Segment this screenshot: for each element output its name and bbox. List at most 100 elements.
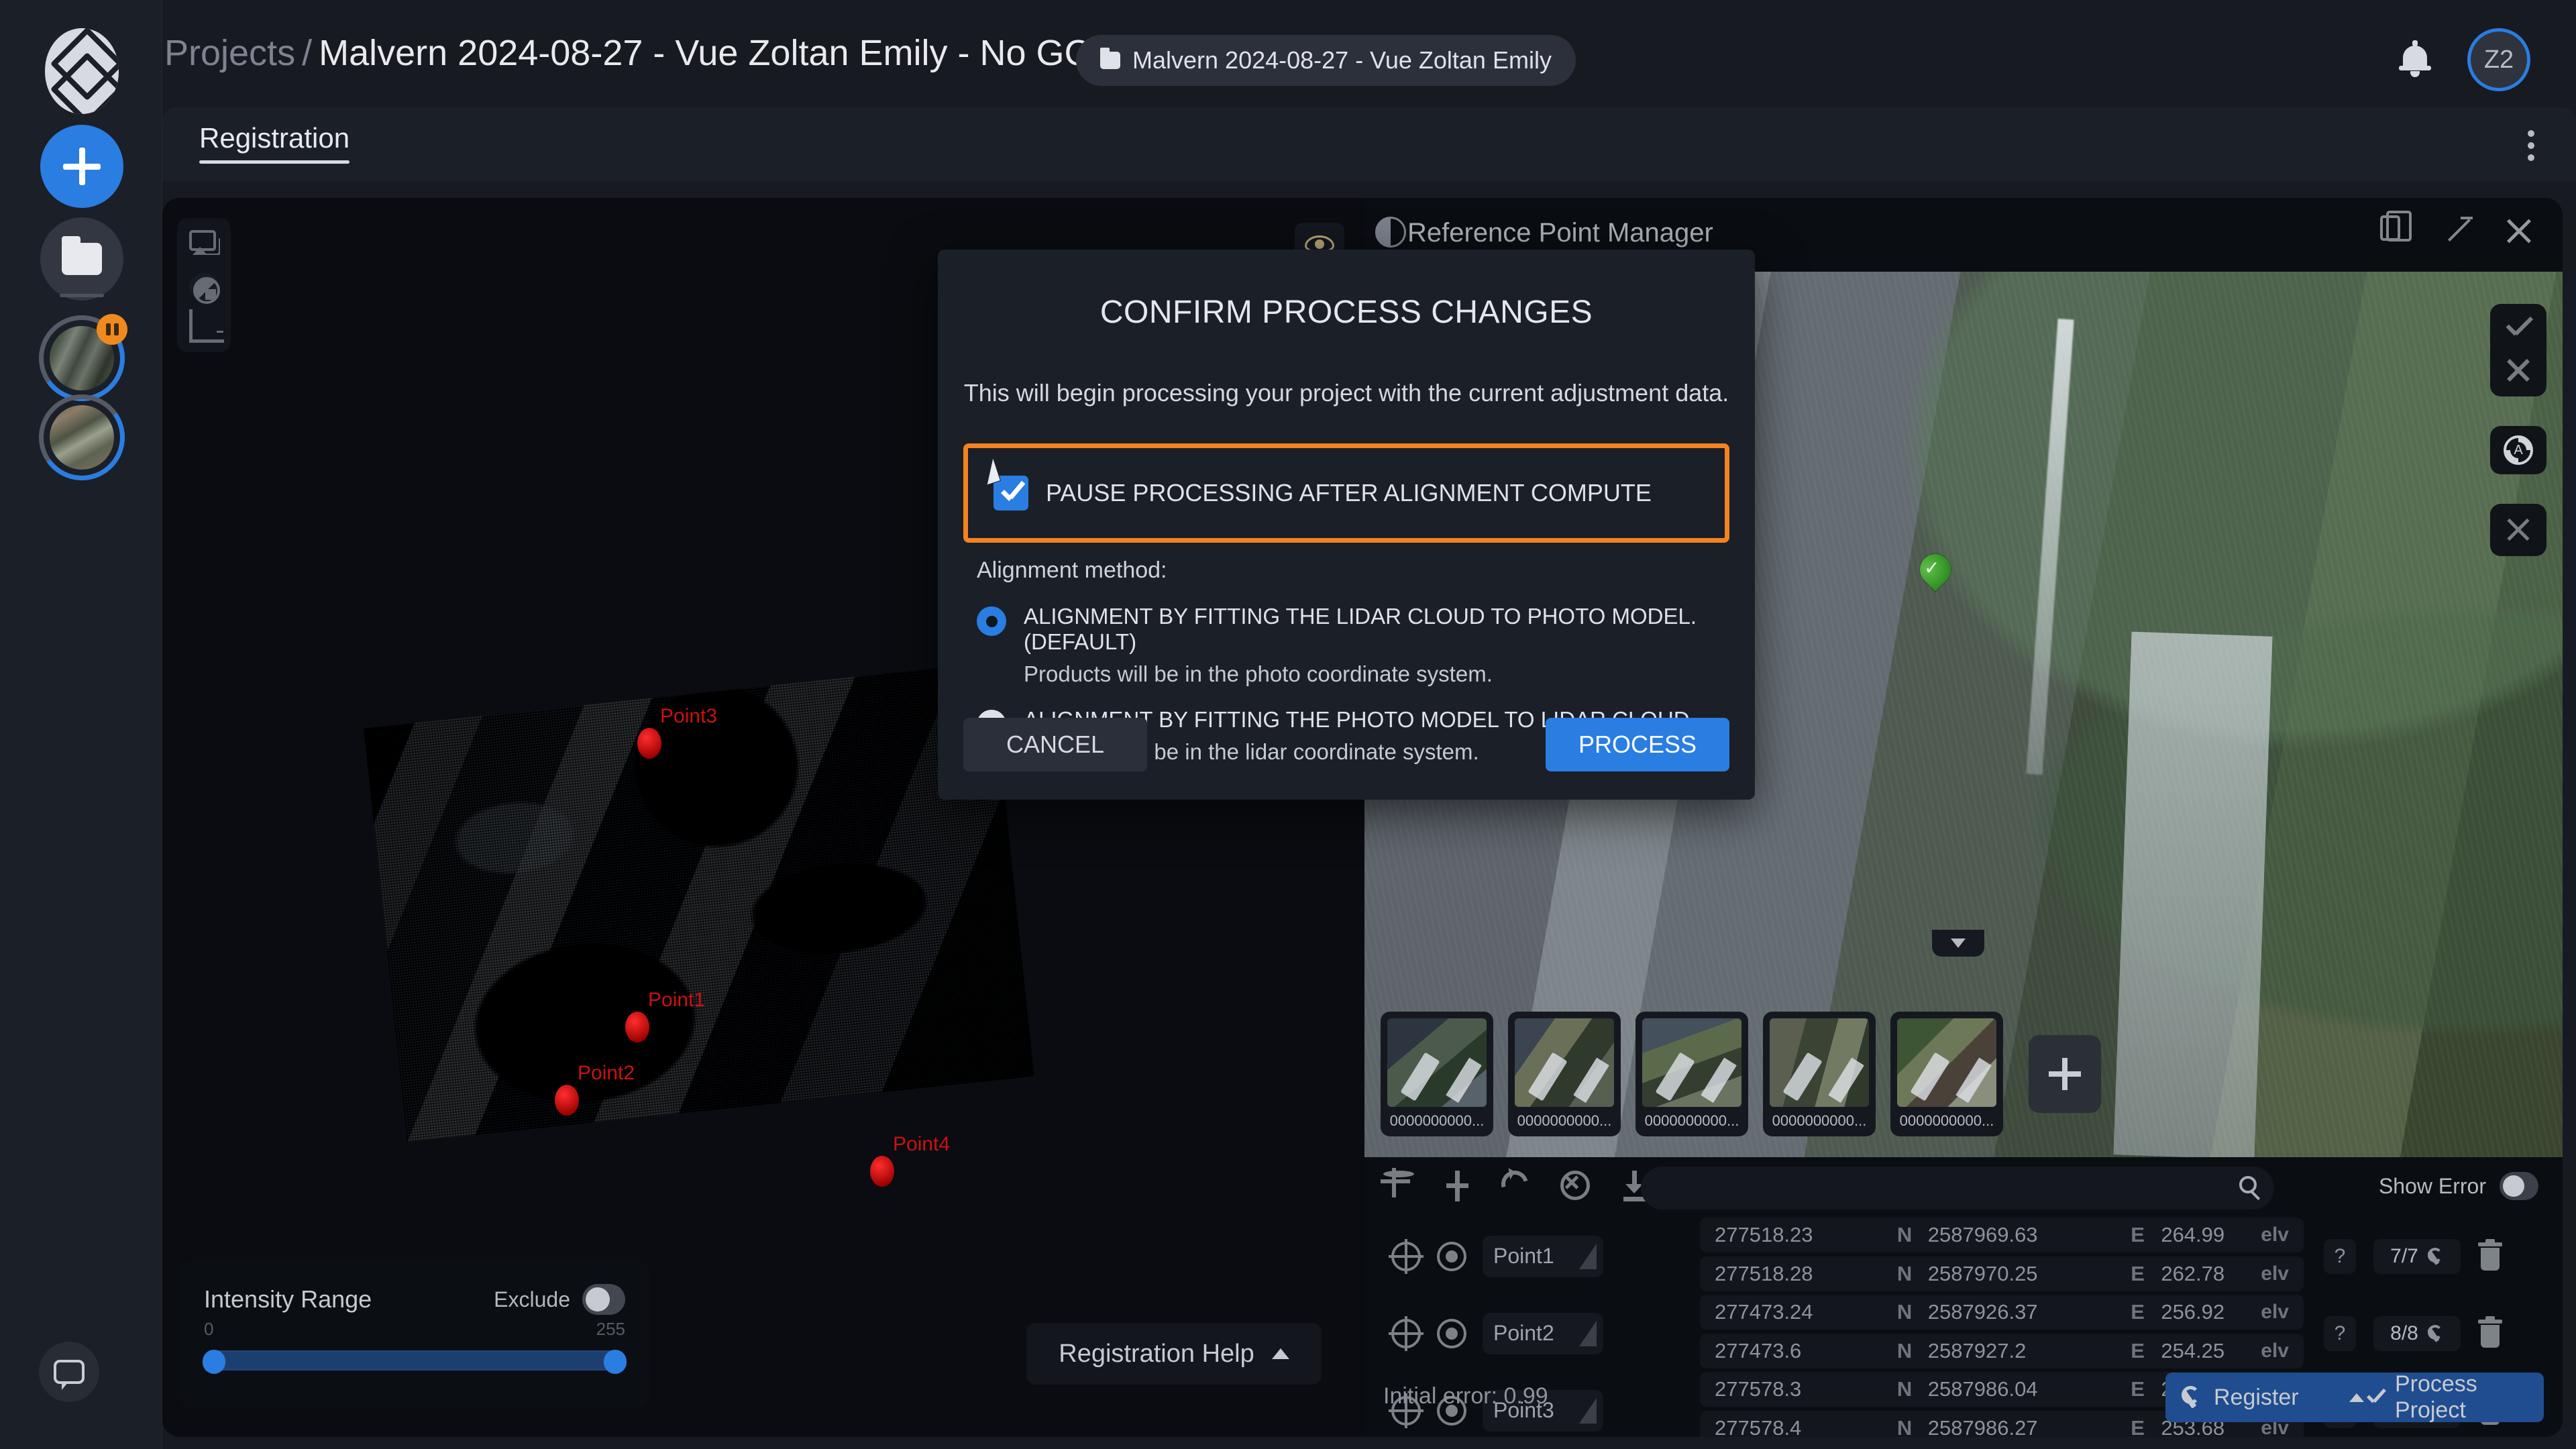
status-badge[interactable]: ? (2324, 1316, 2356, 1351)
add-button[interactable] (40, 125, 123, 208)
breadcrumb-projects-link[interactable]: Projects (164, 33, 295, 73)
contrast-icon[interactable] (189, 273, 219, 300)
list-item[interactable]: 0000000000... (1508, 1012, 1621, 1136)
cancel-icon[interactable] (1560, 1171, 1591, 1201)
thumbnail-image (1515, 1018, 1614, 1107)
tag-icon (1579, 1321, 1597, 1346)
list-item[interactable]: 0000000000... (1890, 1012, 2003, 1136)
coord-z: 262.78 (2161, 1262, 2261, 1286)
project-thumb-2[interactable] (39, 394, 125, 480)
thumbnail-image (1770, 1018, 1869, 1107)
radio-lidar-to-photo[interactable] (977, 606, 1006, 636)
list-item[interactable]: 0000000000... (1635, 1012, 1748, 1136)
alignment-method-label: Alignment method: (977, 557, 1755, 584)
tab-registration[interactable]: Registration (199, 122, 350, 164)
coord-n-label: N (1881, 1300, 1928, 1324)
list-item[interactable]: 0000000000... (1763, 1012, 1876, 1136)
search-icon (2239, 1176, 2257, 1193)
point-marker-point2[interactable]: Point2 (555, 1085, 579, 1116)
crop-icon[interactable] (189, 316, 219, 343)
avatar-initials: Z2 (2484, 46, 2514, 74)
undo-icon[interactable] (1501, 1171, 1532, 1201)
projects-folder-button[interactable] (40, 217, 123, 301)
ratio-badge[interactable]: 7/7 (2373, 1239, 2461, 1274)
point-name-field[interactable]: Point2 (1483, 1313, 1603, 1354)
status-badge[interactable]: ? (2324, 1239, 2356, 1274)
thumbnail-image (1387, 1018, 1487, 1107)
slider-handle-max[interactable] (604, 1350, 627, 1374)
process-project-button[interactable]: Process Project (2365, 1373, 2544, 1422)
chat-button[interactable] (39, 1342, 99, 1402)
reference-point-table: Point1 277518.23N2587969.63E264.99elv 27… (1364, 1218, 2563, 1356)
app-root: Projects/ Malvern 2024-08-27 - Vue Zoltan… (0, 0, 2576, 1449)
select-icon[interactable] (1437, 1242, 1466, 1271)
project-thumb-1[interactable] (39, 315, 125, 401)
rpm-toolbar: Show Error (1364, 1157, 2563, 1219)
check-icon[interactable] (2502, 313, 2535, 347)
list-item[interactable]: 0000000000... (1381, 1012, 1493, 1136)
intensity-slider[interactable] (204, 1350, 625, 1371)
registration-help-button[interactable]: Registration Help (1026, 1323, 1322, 1385)
plus-icon[interactable] (1442, 1171, 1473, 1201)
add-thumbnail-button[interactable] (2029, 1035, 2101, 1113)
pause-processing-label: PAUSE PROCESSING AFTER ALIGNMENT COMPUTE (1046, 479, 1652, 507)
pause-badge-icon (97, 314, 127, 345)
pause-processing-highlight: PAUSE PROCESSING AFTER ALIGNMENT COMPUTE (963, 443, 1729, 543)
copy-icon[interactable] (2380, 215, 2411, 246)
caret-up-icon (2349, 1393, 2364, 1402)
alignment-option-1[interactable]: ALIGNMENT BY FITTING THE LIDAR CLOUD TO … (977, 604, 1755, 687)
point-cloud (364, 663, 1034, 1142)
avatar[interactable]: Z2 (2467, 28, 2530, 91)
images-icon[interactable] (189, 230, 219, 257)
point-dot (870, 1156, 894, 1187)
coord-e-label: E (2114, 1262, 2161, 1286)
table-row[interactable]: Point1 277518.23N2587969.63E264.99elv 27… (1364, 1218, 2563, 1295)
rpm-window-actions (2380, 215, 2534, 246)
rpm-bottom-bar: Initial error: 0.99 Register Process Pro… (1364, 1358, 2563, 1437)
photo-detail-pole (2026, 319, 2074, 775)
point-marker-point3[interactable]: Point3 (637, 728, 661, 759)
delete-icon[interactable] (2478, 1320, 2502, 1348)
cancel-button[interactable]: CANCEL (963, 718, 1147, 771)
bell-icon[interactable] (2399, 43, 2431, 78)
ratio-badge[interactable]: 8/8 (2373, 1316, 2461, 1351)
thumbnail-image (1897, 1018, 1996, 1107)
coord-x: 277518.28 (1715, 1262, 1881, 1286)
point-label: Point4 (893, 1133, 950, 1156)
coord-y: 2587969.63 (1928, 1223, 2114, 1247)
slider-handle-min[interactable] (203, 1350, 225, 1374)
process-button[interactable]: PROCESS (1546, 718, 1729, 771)
expand-icon[interactable] (2442, 215, 2473, 246)
app-logo-icon[interactable] (39, 28, 125, 114)
collapse-strip-button[interactable] (1932, 930, 1984, 957)
tag-icon (1579, 1244, 1597, 1269)
coord-x: 277473.24 (1715, 1300, 1881, 1324)
photo-tool-strip (2490, 304, 2546, 586)
target-icon[interactable] (1383, 1171, 1414, 1201)
point-marker-point4[interactable]: Point4 (870, 1156, 894, 1187)
shrink-icon[interactable] (2502, 513, 2535, 547)
globe-icon (1375, 217, 1406, 248)
close-icon[interactable] (2502, 354, 2535, 387)
search-input[interactable] (1641, 1167, 2274, 1210)
breadcrumb-separator: / (295, 33, 319, 73)
wrench-icon (2426, 1248, 2444, 1265)
top-bar: Projects/ Malvern 2024-08-27 - Vue Zoltan… (162, 0, 2576, 119)
select-icon[interactable] (1437, 1319, 1466, 1348)
option-title: ALIGNMENT BY FITTING THE LIDAR CLOUD TO … (1024, 604, 1755, 655)
point-name-field[interactable]: Point1 (1483, 1236, 1603, 1277)
point-dot (637, 728, 661, 759)
close-icon[interactable] (2504, 215, 2534, 246)
intensity-range-label: Intensity Range (204, 1285, 372, 1313)
project-chip[interactable]: Malvern 2024-08-27 - Vue Zoltan Emily (1076, 35, 1576, 86)
move-icon[interactable] (1391, 1319, 1421, 1348)
register-button[interactable]: Register (2165, 1373, 2379, 1422)
auto-icon[interactable] (2504, 435, 2533, 465)
point-marker-point1[interactable]: Point1 (625, 1012, 649, 1042)
move-icon[interactable] (1391, 1242, 1421, 1271)
pause-processing-checkbox[interactable] (994, 476, 1028, 511)
more-options-icon[interactable] (2528, 130, 2534, 161)
exclude-toggle[interactable] (582, 1284, 625, 1315)
show-error-toggle[interactable]: Show Error (2379, 1172, 2538, 1200)
delete-icon[interactable] (2478, 1242, 2502, 1271)
